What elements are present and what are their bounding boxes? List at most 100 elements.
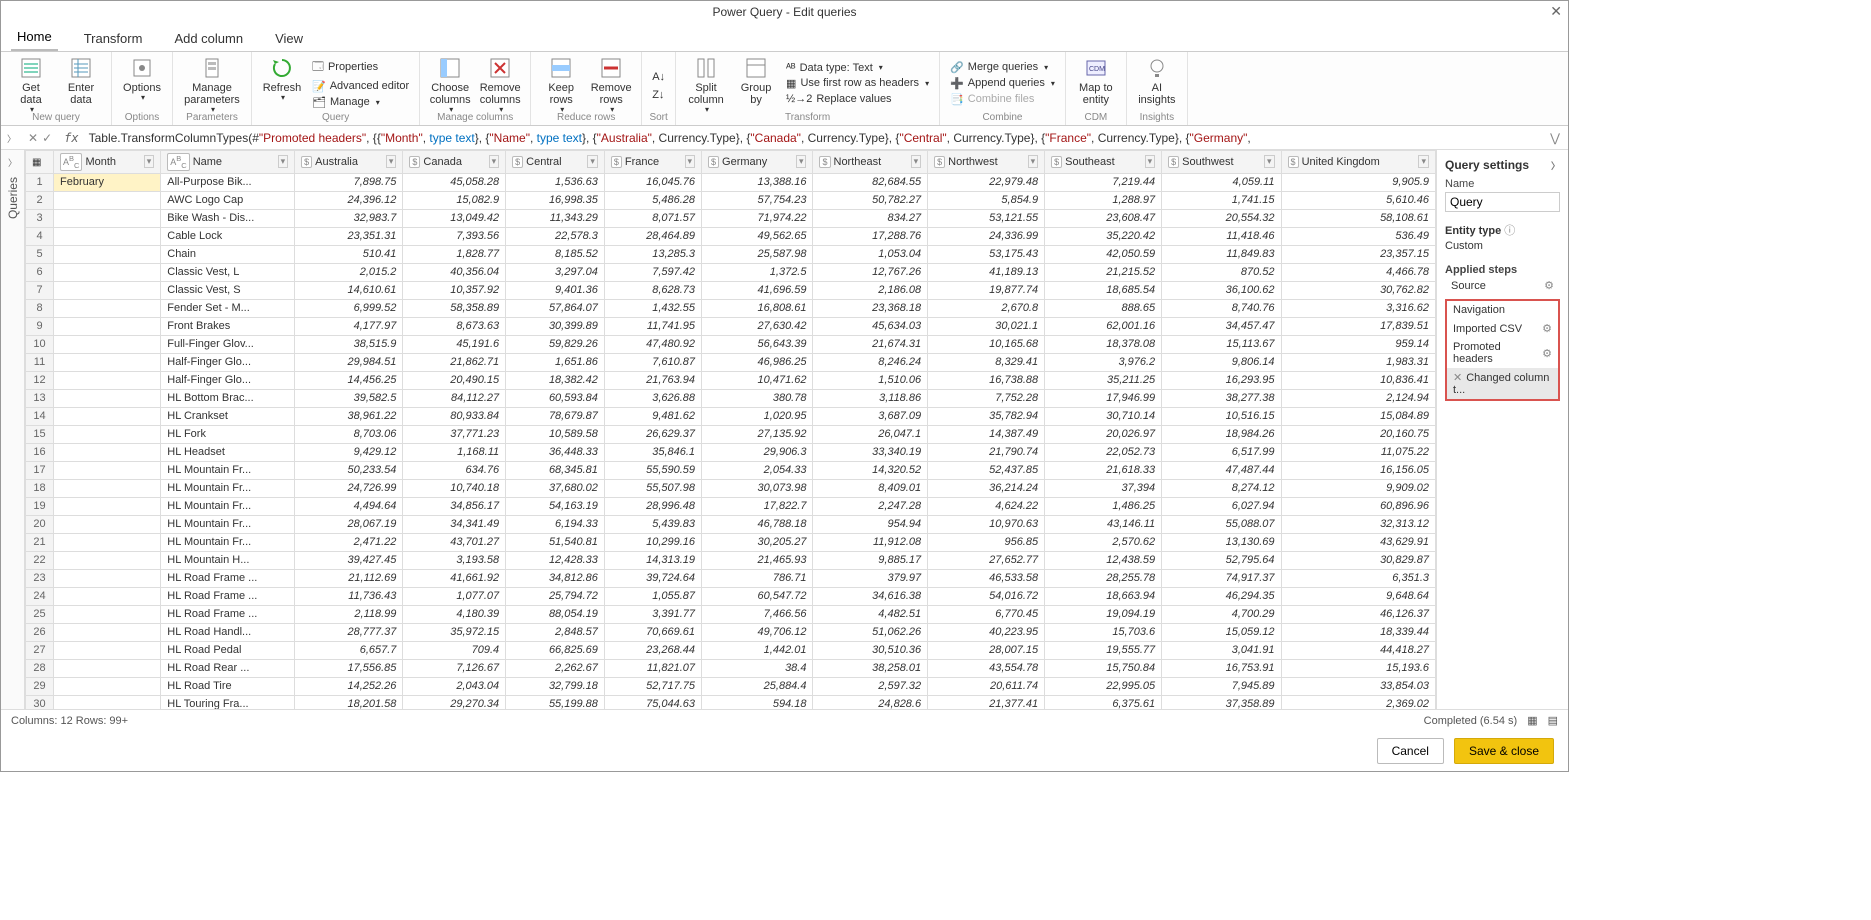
cell[interactable]: AWC Logo Cap bbox=[161, 191, 295, 209]
cell[interactable]: 8,329.41 bbox=[928, 353, 1045, 371]
cell[interactable]: 28,777.37 bbox=[295, 623, 403, 641]
cell[interactable]: 3,687.09 bbox=[813, 407, 928, 425]
cell[interactable]: 11,741.95 bbox=[604, 317, 701, 335]
cell[interactable]: 510.41 bbox=[295, 245, 403, 263]
cell[interactable]: 3,626.88 bbox=[604, 389, 701, 407]
cell[interactable]: 56,643.39 bbox=[702, 335, 813, 353]
cell[interactable] bbox=[54, 587, 161, 605]
cell[interactable] bbox=[54, 497, 161, 515]
cell[interactable]: 1,651.86 bbox=[506, 353, 605, 371]
cell[interactable] bbox=[54, 245, 161, 263]
cell[interactable]: 46,986.25 bbox=[702, 353, 813, 371]
cell[interactable]: 16,293.95 bbox=[1162, 371, 1281, 389]
cell[interactable] bbox=[54, 515, 161, 533]
cell[interactable]: 41,189.13 bbox=[928, 263, 1045, 281]
cell[interactable]: 19,094.19 bbox=[1045, 605, 1162, 623]
column-header[interactable]: $United Kingdom▾ bbox=[1281, 151, 1435, 174]
cell[interactable]: 36,448.33 bbox=[506, 443, 605, 461]
cell[interactable]: 2,043.04 bbox=[403, 677, 506, 695]
cell[interactable]: 9,885.17 bbox=[813, 551, 928, 569]
cell[interactable]: 17,946.99 bbox=[1045, 389, 1162, 407]
cell[interactable]: 18,339.44 bbox=[1281, 623, 1435, 641]
cell[interactable]: 43,146.11 bbox=[1045, 515, 1162, 533]
table-row[interactable]: 2AWC Logo Cap24,396.1215,082.916,998.355… bbox=[26, 191, 1436, 209]
cell[interactable]: 19,877.74 bbox=[928, 281, 1045, 299]
cell[interactable]: 7,393.56 bbox=[403, 227, 506, 245]
column-header[interactable]: $Southwest▾ bbox=[1162, 151, 1281, 174]
cell[interactable]: 57,754.23 bbox=[702, 191, 813, 209]
queries-rail[interactable]: 〉 Queries bbox=[1, 150, 25, 709]
cell[interactable]: 29,270.34 bbox=[403, 695, 506, 709]
cell[interactable]: 2,262.67 bbox=[506, 659, 605, 677]
cell[interactable]: 9,401.36 bbox=[506, 281, 605, 299]
cell[interactable]: 23,268.44 bbox=[604, 641, 701, 659]
cell[interactable]: 80,933.84 bbox=[403, 407, 506, 425]
cell[interactable]: 44,418.27 bbox=[1281, 641, 1435, 659]
cell[interactable]: 51,062.26 bbox=[813, 623, 928, 641]
cell[interactable]: 3,041.91 bbox=[1162, 641, 1281, 659]
column-header[interactable]: $Southeast▾ bbox=[1045, 151, 1162, 174]
row-number[interactable]: 21 bbox=[26, 533, 54, 551]
cell[interactable]: 17,288.76 bbox=[813, 227, 928, 245]
cell[interactable]: 39,427.45 bbox=[295, 551, 403, 569]
cell[interactable]: 23,357.15 bbox=[1281, 245, 1435, 263]
cell[interactable]: HL Touring Fra... bbox=[161, 695, 295, 709]
step-navigation[interactable]: Navigation bbox=[1447, 301, 1558, 319]
cell[interactable]: 35,220.42 bbox=[1045, 227, 1162, 245]
refresh-button[interactable]: Refresh▾ bbox=[258, 54, 306, 103]
cell[interactable]: 52,795.64 bbox=[1162, 551, 1281, 569]
cell[interactable] bbox=[54, 317, 161, 335]
cell[interactable] bbox=[54, 335, 161, 353]
row-number[interactable]: 8 bbox=[26, 299, 54, 317]
cell[interactable]: 4,177.97 bbox=[295, 317, 403, 335]
cell[interactable]: 30,510.36 bbox=[813, 641, 928, 659]
cell[interactable]: 5,610.46 bbox=[1281, 191, 1435, 209]
table-row[interactable]: 23HL Road Frame ...21,112.6941,661.9234,… bbox=[26, 569, 1436, 587]
cell[interactable]: 45,634.03 bbox=[813, 317, 928, 335]
cell[interactable] bbox=[54, 695, 161, 709]
cell[interactable]: 8,274.12 bbox=[1162, 479, 1281, 497]
cell[interactable]: 12,438.59 bbox=[1045, 551, 1162, 569]
group-by-button[interactable]: Group by bbox=[732, 54, 780, 106]
table-row[interactable]: 4Cable Lock23,351.317,393.5622,578.328,4… bbox=[26, 227, 1436, 245]
cell[interactable]: 11,418.46 bbox=[1162, 227, 1281, 245]
table-row[interactable]: 21HL Mountain Fr...2,471.2243,701.2751,5… bbox=[26, 533, 1436, 551]
append-queries-button[interactable]: ➕Append queries▾ bbox=[946, 76, 1059, 91]
cell[interactable]: 59,829.26 bbox=[506, 335, 605, 353]
cell[interactable] bbox=[54, 641, 161, 659]
table-row[interactable]: 19HL Mountain Fr...4,494.6434,856.1754,1… bbox=[26, 497, 1436, 515]
cell[interactable]: 9,648.64 bbox=[1281, 587, 1435, 605]
cell[interactable]: 35,846.1 bbox=[604, 443, 701, 461]
cell[interactable] bbox=[54, 443, 161, 461]
cell[interactable]: 37,394 bbox=[1045, 479, 1162, 497]
table-row[interactable]: 26HL Road Handl...28,777.3735,972.152,84… bbox=[26, 623, 1436, 641]
cell[interactable]: 15,082.9 bbox=[403, 191, 506, 209]
row-number[interactable]: 18 bbox=[26, 479, 54, 497]
cell[interactable]: 16,998.35 bbox=[506, 191, 605, 209]
cell[interactable]: 35,211.25 bbox=[1045, 371, 1162, 389]
cell[interactable]: 43,629.91 bbox=[1281, 533, 1435, 551]
row-number[interactable]: 6 bbox=[26, 263, 54, 281]
cell[interactable]: 4,466.78 bbox=[1281, 263, 1435, 281]
cell[interactable]: 9,905.9 bbox=[1281, 173, 1435, 191]
cell[interactable]: 15,059.12 bbox=[1162, 623, 1281, 641]
row-number[interactable]: 30 bbox=[26, 695, 54, 709]
cell[interactable]: 7,752.28 bbox=[928, 389, 1045, 407]
cell[interactable]: 18,378.08 bbox=[1045, 335, 1162, 353]
cell[interactable]: 379.97 bbox=[813, 569, 928, 587]
choose-columns-button[interactable]: Choose columns▾ bbox=[426, 54, 474, 115]
cell[interactable]: 6,999.52 bbox=[295, 299, 403, 317]
table-row[interactable]: 22HL Mountain H...39,427.453,193.5812,42… bbox=[26, 551, 1436, 569]
cell[interactable]: 4,180.39 bbox=[403, 605, 506, 623]
cell[interactable]: HL Road Rear ... bbox=[161, 659, 295, 677]
cell[interactable]: 55,088.07 bbox=[1162, 515, 1281, 533]
options-button[interactable]: Options▾ bbox=[118, 54, 166, 103]
cell[interactable]: 36,100.62 bbox=[1162, 281, 1281, 299]
delete-step-icon[interactable]: ✕ bbox=[1453, 372, 1462, 384]
table-row[interactable]: 10Full-Finger Glov...38,515.945,191.659,… bbox=[26, 335, 1436, 353]
cell[interactable]: 23,351.31 bbox=[295, 227, 403, 245]
table-row[interactable]: 11Half-Finger Glo...29,984.5121,862.711,… bbox=[26, 353, 1436, 371]
table-row[interactable]: 16HL Headset9,429.121,168.1136,448.3335,… bbox=[26, 443, 1436, 461]
cell[interactable]: HL Mountain Fr... bbox=[161, 497, 295, 515]
cell[interactable]: Front Brakes bbox=[161, 317, 295, 335]
